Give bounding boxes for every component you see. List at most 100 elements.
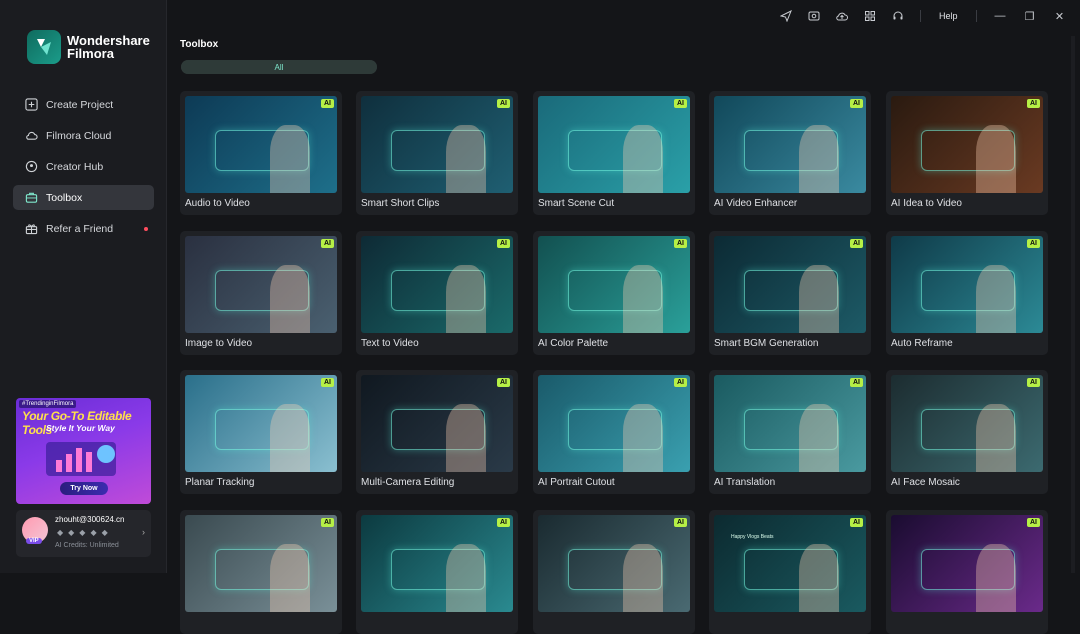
thumbnail-figure bbox=[623, 265, 663, 333]
media-icon[interactable] bbox=[808, 10, 820, 22]
promo-tag: #TrendinginFilmora bbox=[19, 400, 77, 408]
toolbar-divider bbox=[920, 10, 921, 22]
user-card[interactable]: VIP zhouht@300624.cn ◆◆◆◆◆ › AI Credits:… bbox=[16, 510, 151, 557]
vip-badge: VIP bbox=[26, 538, 42, 544]
tool-card-label: Image to Video bbox=[185, 338, 253, 349]
thumbnail-figure bbox=[623, 125, 663, 193]
tool-card-label: Smart Short Clips bbox=[361, 198, 440, 209]
close-button[interactable]: ✕ bbox=[1055, 10, 1065, 23]
tool-thumbnail bbox=[891, 375, 1043, 472]
toolbar-divider bbox=[975, 10, 977, 22]
scrollbar[interactable] bbox=[1071, 36, 1075, 573]
promo-subtitle: Style It Your Way bbox=[46, 423, 115, 433]
tool-card[interactable]: AI bbox=[180, 510, 342, 634]
sidebar-item-refer-a-friend[interactable]: Refer a Friend bbox=[13, 216, 154, 241]
cloud-icon bbox=[26, 131, 38, 140]
try-now-button[interactable]: Try Now bbox=[60, 482, 108, 495]
filter-all-tab[interactable]: All bbox=[181, 60, 377, 74]
thumbnail-figure bbox=[976, 265, 1016, 333]
tool-card[interactable]: AI Smart BGM Generation bbox=[709, 231, 871, 355]
app-logo[interactable]: Wondershare Filmora bbox=[27, 30, 150, 64]
minimize-button[interactable]: — bbox=[995, 10, 1006, 22]
thumbnail-figure bbox=[976, 125, 1016, 193]
tool-card[interactable]: AI bbox=[533, 510, 695, 634]
tool-thumbnail bbox=[361, 375, 513, 472]
tool-thumbnail bbox=[185, 96, 337, 193]
toolbox-icon bbox=[25, 192, 38, 203]
tool-thumbnail bbox=[361, 236, 513, 333]
tool-card-label: Smart Scene Cut bbox=[538, 198, 615, 209]
tool-card[interactable]: AI AI Translation bbox=[709, 370, 871, 494]
promo-chart-illustration bbox=[46, 442, 116, 476]
ai-badge: AI bbox=[850, 239, 863, 248]
tool-card-label: AI Color Palette bbox=[538, 338, 609, 349]
sidebar-item-filmora-cloud[interactable]: Filmora Cloud bbox=[13, 123, 154, 148]
sidebar-item-label: Refer a Friend bbox=[46, 222, 114, 235]
thumbnail-figure bbox=[976, 404, 1016, 472]
tool-card[interactable]: AI AI Portrait Cutout bbox=[533, 370, 695, 494]
sidebar-item-label: Toolbox bbox=[46, 191, 83, 204]
tool-card[interactable]: AI bbox=[356, 510, 518, 634]
tool-card[interactable]: AI Happy Vlogs Beats bbox=[709, 510, 871, 634]
ai-badge: AI bbox=[321, 378, 334, 387]
sidebar-item-creator-hub[interactable]: Creator Hub bbox=[13, 154, 154, 179]
chevron-right-icon[interactable]: › bbox=[142, 527, 145, 537]
thumbnail-figure bbox=[446, 404, 486, 472]
tool-card[interactable]: AI AI Video Enhancer bbox=[709, 91, 871, 215]
ai-badge: AI bbox=[497, 239, 510, 248]
sidebar-item-create-project[interactable]: Create Project bbox=[13, 92, 154, 117]
thumbnail-figure bbox=[623, 404, 663, 472]
brand-line2: Filmora bbox=[67, 46, 114, 61]
ai-badge: AI bbox=[850, 99, 863, 108]
tool-card[interactable]: AI Image to Video bbox=[180, 231, 342, 355]
filmora-logo-icon bbox=[27, 30, 61, 64]
headset-icon[interactable] bbox=[892, 10, 904, 22]
thumbnail-figure bbox=[976, 544, 1016, 612]
tool-card[interactable]: AI Auto Reframe bbox=[886, 231, 1048, 355]
tool-thumbnail bbox=[891, 236, 1043, 333]
tool-thumbnail bbox=[714, 236, 866, 333]
tool-card[interactable]: AI AI Color Palette bbox=[533, 231, 695, 355]
grid-icon[interactable] bbox=[864, 10, 876, 22]
thumbnail-figure bbox=[270, 265, 310, 333]
tool-thumbnail bbox=[538, 515, 690, 612]
sidebar-item-label: Create Project bbox=[46, 98, 114, 111]
sidebar-item-toolbox[interactable]: Toolbox bbox=[13, 185, 154, 210]
promo-banner[interactable]: #TrendinginFilmora Your Go-To Editable T… bbox=[16, 398, 151, 504]
tool-card-label: AI Translation bbox=[714, 477, 776, 488]
ai-badge: AI bbox=[321, 239, 334, 248]
thumbnail-figure bbox=[446, 544, 486, 612]
tool-card[interactable]: AI AI Face Mosaic bbox=[886, 370, 1048, 494]
tool-card[interactable]: AI bbox=[886, 510, 1048, 634]
restore-button[interactable]: ❐ bbox=[1025, 10, 1035, 23]
cloud-upload-icon[interactable] bbox=[836, 10, 848, 22]
tool-card[interactable]: AI Planar Tracking bbox=[180, 370, 342, 494]
tool-thumbnail bbox=[891, 515, 1043, 612]
user-benefit-icons: ◆◆◆◆◆ bbox=[57, 528, 113, 537]
ai-badge: AI bbox=[321, 518, 334, 527]
top-toolbar: Help — ❐ ✕ bbox=[780, 8, 1080, 24]
tool-card[interactable]: AI Smart Short Clips bbox=[356, 91, 518, 215]
gift-icon bbox=[25, 224, 38, 235]
tool-thumbnail bbox=[714, 515, 866, 612]
help-menu[interactable]: Help bbox=[939, 11, 958, 21]
tool-card[interactable]: AI Audio to Video bbox=[180, 91, 342, 215]
tool-thumbnail bbox=[714, 375, 866, 472]
tool-card[interactable]: AI AI Idea to Video bbox=[886, 91, 1048, 215]
ai-badge: AI bbox=[1027, 518, 1040, 527]
tool-thumbnail bbox=[891, 96, 1043, 193]
tool-card-label: Smart BGM Generation bbox=[714, 338, 819, 349]
ai-badge: AI bbox=[1027, 99, 1040, 108]
page-title: Toolbox bbox=[180, 39, 219, 50]
thumbnail-figure bbox=[270, 404, 310, 472]
ai-badge: AI bbox=[674, 99, 687, 108]
tool-card[interactable]: AI Smart Scene Cut bbox=[533, 91, 695, 215]
thumbnail-figure bbox=[446, 125, 486, 193]
tool-card[interactable]: AI Multi-Camera Editing bbox=[356, 370, 518, 494]
thumbnail-figure bbox=[623, 544, 663, 612]
tool-card[interactable]: AI Text to Video bbox=[356, 231, 518, 355]
thumbnail-figure bbox=[446, 265, 486, 333]
thumbnail-figure bbox=[799, 125, 839, 193]
ai-badge: AI bbox=[850, 518, 863, 527]
send-icon[interactable] bbox=[780, 10, 792, 22]
